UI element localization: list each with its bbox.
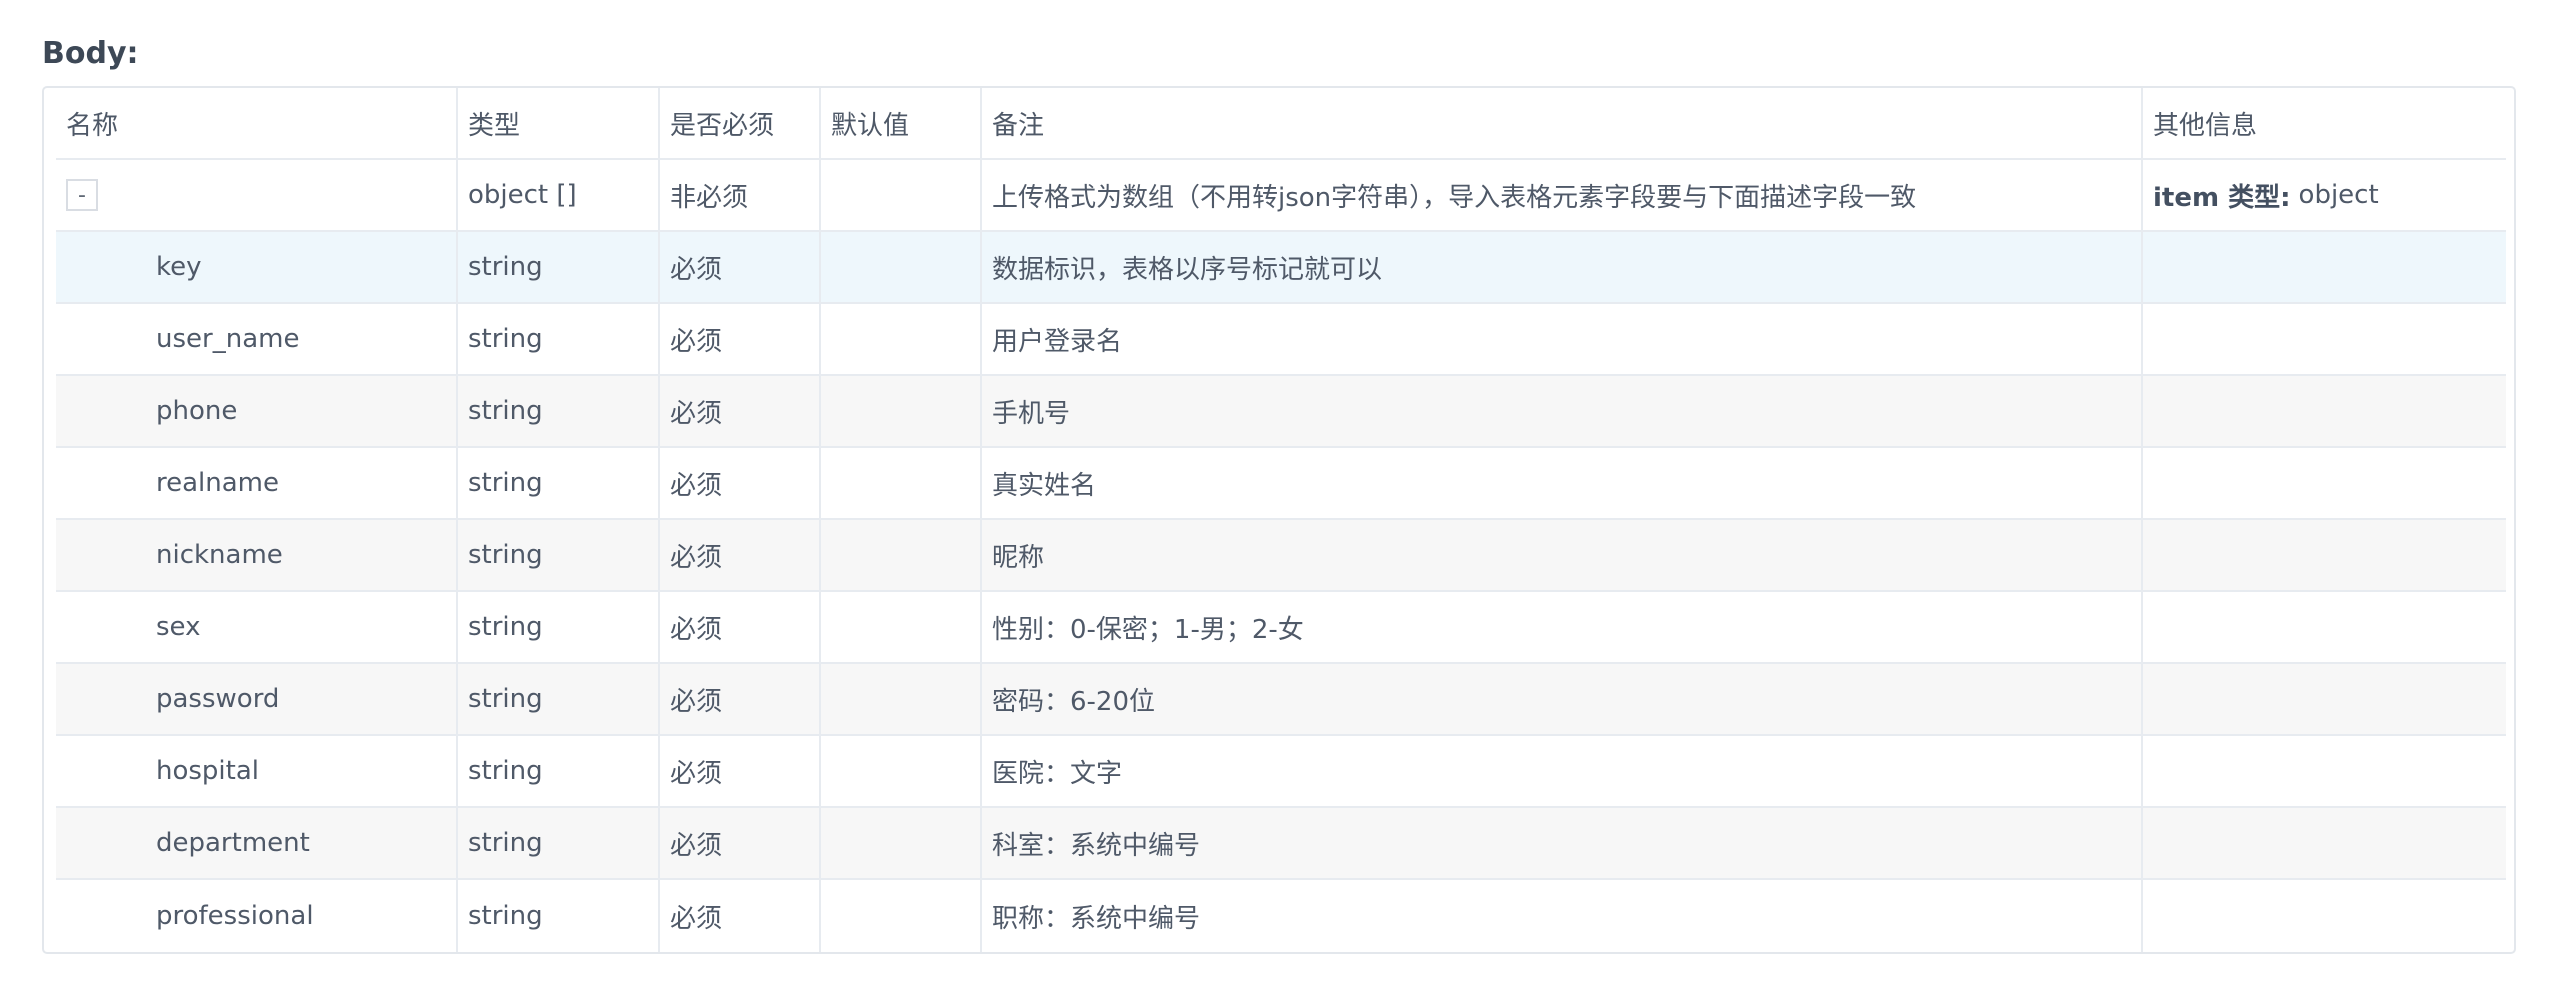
field-type: string: [458, 376, 660, 446]
table-row: realname string 必须 真实姓名: [56, 448, 2506, 520]
child-rows: key string 必须 数据标识，表格以序号标记就可以 user_name strin…: [56, 232, 2506, 952]
root-type: object []: [458, 160, 660, 230]
field-default: [821, 304, 982, 374]
field-other-info: [2143, 880, 2506, 952]
field-type: string: [458, 808, 660, 878]
field-type: string: [458, 520, 660, 590]
field-required: 必须: [660, 448, 821, 518]
header-default: 默认值: [821, 88, 982, 158]
field-name: user_name: [56, 304, 458, 374]
table-row: hospital string 必须 医院：文字: [56, 736, 2506, 808]
field-remark: 性别：0-保密；1-男；2-女: [982, 592, 2143, 662]
header-required: 是否必须: [660, 88, 821, 158]
field-type: string: [458, 448, 660, 518]
field-other-info: [2143, 520, 2506, 590]
field-other-info: [2143, 376, 2506, 446]
field-name: phone: [56, 376, 458, 446]
field-required: 必须: [660, 592, 821, 662]
collapse-toggle-button[interactable]: -: [66, 179, 98, 211]
field-default: [821, 736, 982, 806]
table-body: 名称 类型 是否必须 默认值 备注 其他信息 - object [] 非必须 上…: [56, 88, 2506, 952]
field-required: 必须: [660, 736, 821, 806]
body-param-table: 名称 类型 是否必须 默认值 备注 其他信息 - object [] 非必须 上…: [42, 86, 2516, 954]
root-name-cell: -: [56, 160, 458, 230]
field-required: 必须: [660, 880, 821, 952]
field-other-info: [2143, 448, 2506, 518]
field-default: [821, 520, 982, 590]
field-remark: 密码：6-20位: [982, 664, 2143, 734]
field-remark: 职称：系统中编号: [982, 880, 2143, 952]
root-default: [821, 160, 982, 230]
field-other-info: [2143, 592, 2506, 662]
field-type: string: [458, 232, 660, 302]
table-row: department string 必须 科室：系统中编号: [56, 808, 2506, 880]
field-default: [821, 880, 982, 952]
field-name: key: [56, 232, 458, 302]
header-other-info: 其他信息: [2153, 110, 2258, 141]
field-remark: 真实姓名: [982, 448, 2143, 518]
table-row: password string 必须 密码：6-20位: [56, 664, 2506, 736]
table-row: user_name string 必须 用户登录名: [56, 304, 2506, 376]
field-required: 必须: [660, 520, 821, 590]
field-required: 必须: [660, 304, 821, 374]
field-required: 必须: [660, 232, 821, 302]
field-default: [821, 376, 982, 446]
field-remark: 昵称: [982, 520, 2143, 590]
field-remark: 医院：文字: [982, 736, 2143, 806]
field-name: department: [56, 808, 458, 878]
field-default: [821, 232, 982, 302]
body-section-title: Body:: [42, 36, 139, 71]
field-required: 必须: [660, 376, 821, 446]
field-remark: 用户登录名: [982, 304, 2143, 374]
field-name: professional: [56, 880, 458, 952]
field-name: nickname: [56, 520, 458, 590]
field-type: string: [458, 592, 660, 662]
field-name: password: [56, 664, 458, 734]
field-name: sex: [56, 592, 458, 662]
field-name: realname: [56, 448, 458, 518]
table-row: sex string 必须 性别：0-保密；1-男；2-女: [56, 592, 2506, 664]
field-type: string: [458, 736, 660, 806]
field-other-info: [2143, 808, 2506, 878]
item-type-value: object: [2298, 180, 2379, 210]
field-name: hospital: [56, 736, 458, 806]
field-remark: 科室：系统中编号: [982, 808, 2143, 878]
field-default: [821, 448, 982, 518]
item-type-label: item 类型:: [2153, 182, 2291, 213]
field-remark: 手机号: [982, 376, 2143, 446]
root-remark: 上传格式为数组（不用转json字符串），导入表格元素字段要与下面描述字段一致: [982, 160, 2143, 230]
field-type: string: [458, 304, 660, 374]
root-other-info: item 类型: object: [2143, 160, 2506, 230]
field-default: [821, 808, 982, 878]
field-type: string: [458, 664, 660, 734]
root-required: 非必须: [660, 160, 821, 230]
table-row: professional string 必须 职称：系统中编号: [56, 880, 2506, 952]
table-header-row: 名称 类型 是否必须 默认值 备注 其他信息: [56, 88, 2506, 160]
field-default: [821, 664, 982, 734]
table-row-root: - object [] 非必须 上传格式为数组（不用转json字符串），导入表格…: [56, 160, 2506, 232]
header-type: 类型: [458, 88, 660, 158]
table-row: nickname string 必须 昵称: [56, 520, 2506, 592]
table-row: phone string 必须 手机号: [56, 376, 2506, 448]
field-other-info: [2143, 304, 2506, 374]
field-other-info: [2143, 232, 2506, 302]
field-other-info: [2143, 664, 2506, 734]
field-remark: 数据标识，表格以序号标记就可以: [982, 232, 2143, 302]
field-type: string: [458, 880, 660, 952]
header-name: 名称: [56, 88, 458, 158]
field-other-info: [2143, 736, 2506, 806]
field-required: 必须: [660, 664, 821, 734]
field-default: [821, 592, 982, 662]
field-required: 必须: [660, 808, 821, 878]
header-remark: 备注: [982, 88, 2143, 158]
table-row: key string 必须 数据标识，表格以序号标记就可以: [56, 232, 2506, 304]
